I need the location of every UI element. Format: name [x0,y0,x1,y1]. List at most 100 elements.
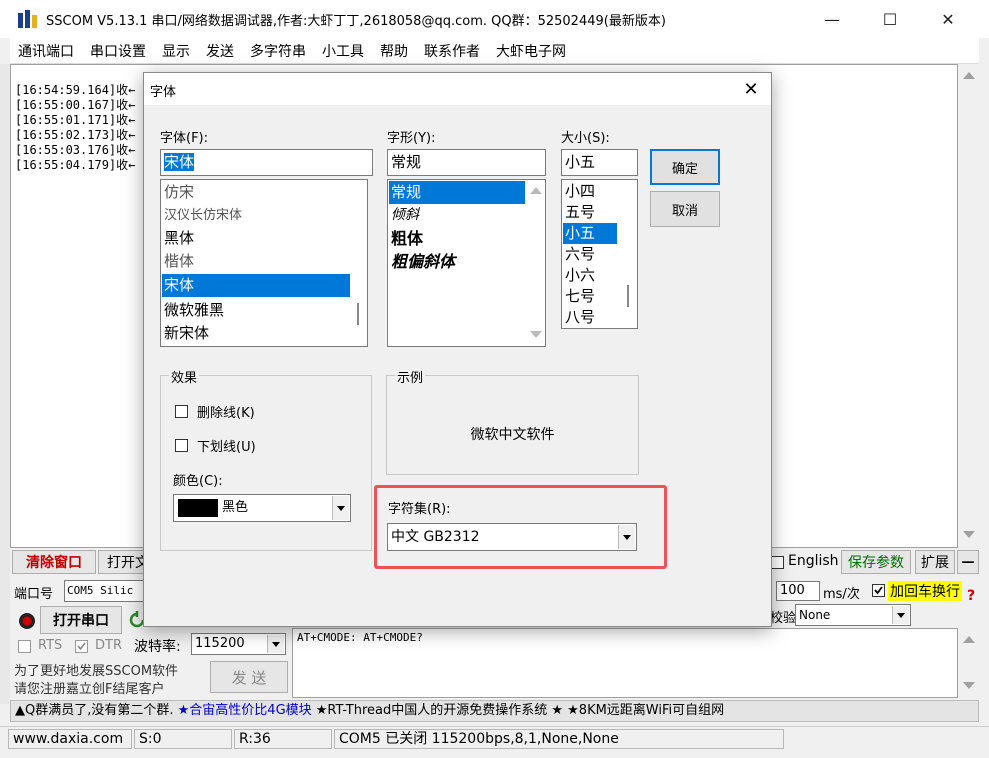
scroll-down-icon[interactable] [530,331,542,338]
baud-value: 115200 [195,636,245,651]
rts-label: RTS [38,638,63,653]
size-list-item[interactable]: 小六 [563,265,617,286]
font-list-scrollbar[interactable] [350,181,366,345]
open-file-button[interactable]: 打开文 [98,550,149,574]
menu-display[interactable]: 显示 [154,41,198,61]
minimize-button[interactable]: — [803,0,861,38]
menu-multi-string[interactable]: 多字符串 [242,41,314,61]
scroll-up-icon[interactable] [963,636,975,643]
style-list-item[interactable]: 倾斜 [389,204,525,227]
size-list-scrollbar[interactable] [620,181,636,327]
rts-checkbox[interactable] [18,640,31,653]
port-select[interactable]: COM5 Silic [64,580,148,602]
sample-group: 示例 微软中文软件 [386,367,639,475]
size-input[interactable]: 小五 [561,149,638,176]
window-title: SSCOM V5.13.1 串口/网络数据调试器,作者:大虾丁丁,2618058… [46,14,666,29]
style-list[interactable]: 常规 倾斜 粗体 粗偏斜体 [387,179,546,347]
scroll-down-icon[interactable] [963,531,975,538]
checkmark-icon [77,642,86,651]
font-list-item-selected[interactable]: 宋体 [162,274,351,297]
expand-button[interactable]: 扩展 [915,550,955,574]
size-list-item-selected[interactable]: 小五 [563,223,617,244]
color-value: 黑色 [222,500,249,515]
receive-scrollbar[interactable] [959,64,979,548]
status-port-state: COM5 已关闭 115200bps,8,1,None,None [334,729,784,749]
ok-button[interactable]: 确定 [650,149,720,185]
menu-comm-port[interactable]: 通讯端口 [10,41,82,61]
collapse-button[interactable]: — [957,550,979,574]
chevron-down-icon [892,606,909,624]
scroll-thumb[interactable] [357,303,359,325]
clear-window-button[interactable]: 清除窗口 [12,550,96,574]
scroll-thumb[interactable] [627,285,629,307]
send-input[interactable]: AT+CMODE: AT+CMODE? [292,628,958,698]
menu-bar: 通讯端口 串口设置 显示 发送 多字符串 小工具 帮助 联系作者 大虾电子网 [10,38,979,64]
dialog-close-button[interactable]: ✕ [739,77,763,101]
ticker-part-1: ▲Q群满员了,没有第二个群. [15,703,174,718]
save-params-button[interactable]: 保存参数 [841,550,911,574]
maximize-button[interactable]: ☐ [861,0,919,38]
menu-tools[interactable]: 小工具 [314,41,372,61]
menu-help[interactable]: 帮助 [372,41,416,61]
chevron-down-icon [332,496,349,520]
style-input[interactable]: 常规 [387,149,546,176]
scroll-down-icon[interactable] [963,682,975,689]
font-list-item[interactable]: 微软雅黑 [162,299,351,322]
menu-serial-settings[interactable]: 串口设置 [82,41,154,61]
font-label: 字体(F): [160,131,209,146]
style-list-item[interactable]: 粗偏斜体 [389,250,525,273]
promo-line-2[interactable]: 请您注册嘉立创F结尾客户 [14,678,164,697]
font-list[interactable]: 仿宋 汉仪长仿宋体 黑体 楷体 宋体 微软雅黑 新宋体 [160,179,368,347]
help-icon[interactable]: ? [967,588,975,604]
app-window: SSCOM V5.13.1 串口/网络数据调试器,作者:大虾丁丁,2618058… [0,0,989,758]
font-input[interactable]: 宋体 [160,149,373,176]
send-scrollbar[interactable] [959,628,979,698]
font-list-item[interactable]: 仿宋 [162,181,351,204]
scroll-up-icon[interactable] [530,187,542,194]
english-checkbox[interactable] [771,556,784,569]
promo-line-1[interactable]: 为了更好地发展SSCOM软件 [14,660,178,679]
close-button[interactable]: ✕ [919,0,977,38]
status-site[interactable]: www.daxia.com [8,729,132,749]
style-list-item-selected[interactable]: 常规 [389,181,525,204]
menu-daxia-site[interactable]: 大虾电子网 [488,41,574,61]
menu-send[interactable]: 发送 [198,41,242,61]
ticker-part-3: ★RT-Thread中国人的开源免费操作系统 ★ ★8KM远距离WiFi可自组网 [315,703,725,718]
scroll-up-icon[interactable] [963,72,975,79]
checksum-label: 校验 [770,611,797,626]
style-list-scrollbar[interactable] [528,181,544,345]
baud-select[interactable]: 115200 [191,633,286,655]
size-list-item[interactable]: 六号 [563,244,617,265]
color-select[interactable]: 黑色 [173,494,351,522]
send-button[interactable]: 发 送 [210,661,288,693]
dtr-checkbox[interactable] [75,640,88,653]
menu-contact[interactable]: 联系作者 [416,41,488,61]
underline-checkbox[interactable] [175,439,188,452]
strikeout-checkbox[interactable] [175,405,188,418]
size-list-item[interactable]: 小四 [563,181,617,202]
app-icon [18,10,37,28]
open-port-button[interactable]: 打开串口 [40,606,122,634]
font-list-item[interactable]: 新宋体 [162,322,351,345]
port-label: 端口号 [14,587,54,602]
font-list-item[interactable]: 汉仪长仿宋体 [162,204,351,227]
interval-input[interactable]: 100 [776,581,820,601]
checksum-select[interactable]: None [795,604,911,626]
font-dialog: 字体 ✕ 字体(F): 宋体 仿宋 汉仪长仿宋体 黑体 楷体 宋体 微软雅黑 新… [143,72,772,627]
strikeout-label: 删除线(K) [197,406,255,421]
size-list[interactable]: 小四 五号 小五 六号 小六 七号 八号 [561,179,638,329]
cancel-button[interactable]: 取消 [650,191,720,227]
font-list-item[interactable]: 楷体 [162,250,351,273]
status-recv: R:36 [234,729,332,749]
news-ticker[interactable]: ▲Q群满员了,没有第二个群. ★合宙高性价比4G模块 ★RT-Thread中国人… [10,700,979,722]
size-list-item[interactable]: 七号 [563,286,617,307]
size-list-item[interactable]: 八号 [563,307,617,328]
add-crlf-checkbox[interactable] [872,584,885,597]
font-list-item[interactable]: 黑体 [162,227,351,250]
dialog-title: 字体 [150,85,177,100]
size-list-item[interactable]: 五号 [563,202,617,223]
dtr-label: DTR [95,638,122,653]
ticker-part-2[interactable]: ★合宙高性价比4G模块 [178,703,312,718]
style-list-item[interactable]: 粗体 [389,227,525,250]
checksum-value: None [799,608,831,622]
